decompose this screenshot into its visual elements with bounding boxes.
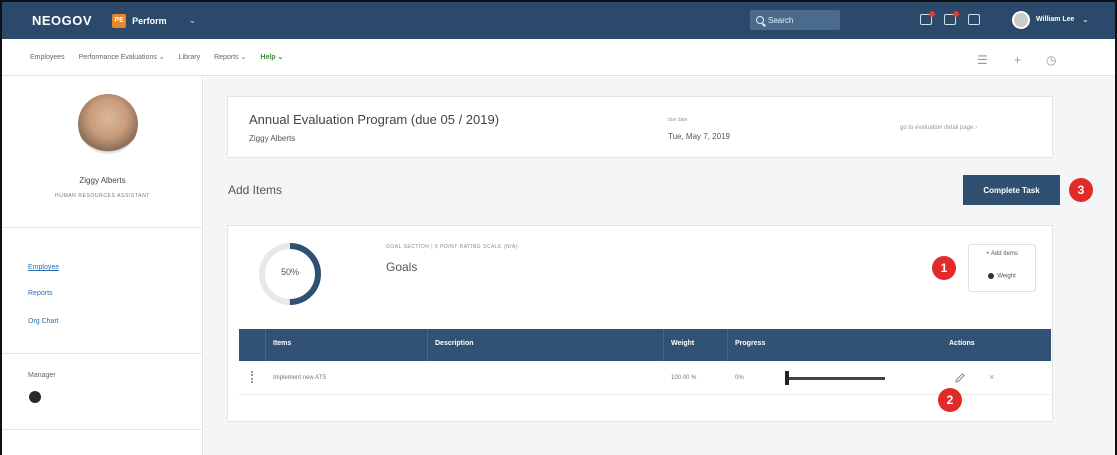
due-date-label: due date <box>668 117 688 123</box>
profile-photo <box>78 94 138 154</box>
program-subject: Ziggy Alberts <box>249 134 296 143</box>
complete-task-button[interactable]: Complete Task <box>963 175 1060 205</box>
divider <box>2 227 203 228</box>
due-date: Tue, May 7, 2019 <box>668 132 730 141</box>
chevron-down-icon[interactable]: ⌄ <box>1082 15 1089 24</box>
progress-percent: 50% <box>280 267 299 277</box>
notification-badge <box>929 11 935 17</box>
clock-icon[interactable]: ◷ <box>1046 53 1056 67</box>
neogov-logo[interactable]: NEOGOV <box>32 13 92 28</box>
section-title: Goals <box>386 260 418 274</box>
item-weight: 100.00 % <box>671 375 697 381</box>
profile-name: Ziggy Alberts <box>79 176 126 185</box>
item-name: Implement new ATS <box>273 375 327 381</box>
progress-slider-track[interactable] <box>788 377 885 380</box>
column-divider <box>727 329 728 361</box>
add-items-button[interactable]: + Add Items <box>969 251 1035 257</box>
progress-slider-handle[interactable] <box>785 371 789 385</box>
column-header-progress[interactable]: Progress <box>735 340 765 347</box>
drag-handle-icon[interactable] <box>251 371 253 383</box>
manager-avatar[interactable] <box>29 391 41 403</box>
callout-badge-1: 1 <box>932 256 956 280</box>
section-actions: + Add Items Weight <box>968 244 1036 292</box>
sidebar-item-employee[interactable]: Employee <box>28 264 59 271</box>
list-icon[interactable]: ☰ <box>977 53 988 67</box>
weight-icon <box>988 273 995 279</box>
product-switcher[interactable]: Perform <box>132 16 167 26</box>
nav-item-library[interactable]: Library <box>179 54 200 61</box>
column-header-weight[interactable]: Weight <box>671 340 694 347</box>
avatar[interactable] <box>1012 11 1030 29</box>
weight-button[interactable]: Weight <box>969 273 1035 280</box>
manager-label: Manager <box>28 372 56 379</box>
nav-item-performance-evaluations[interactable]: Performance Evaluations ⌄ <box>79 53 165 61</box>
profile-role: HUMAN RESOURCES ASSISTANT <box>55 193 150 199</box>
main-content: Annual Evaluation Program (due 05 / 2019… <box>204 77 1115 455</box>
goal-section-card: 50% GOAL SECTION | 5 POINT RATING SCALE … <box>227 225 1053 422</box>
program-card: Annual Evaluation Program (due 05 / 2019… <box>227 96 1053 158</box>
close-icon[interactable]: × <box>989 372 994 382</box>
program-title: Annual Evaluation Program (due 05 / 2019… <box>249 112 500 127</box>
page-title: Add Items <box>228 183 283 197</box>
search-input[interactable]: Search <box>750 10 840 30</box>
divider <box>2 429 203 430</box>
search-icon <box>756 16 764 24</box>
nav-item-help[interactable]: Help ⌄ <box>260 53 283 61</box>
chevron-down-icon[interactable]: ⌄ <box>189 15 197 26</box>
task-badge <box>953 11 959 17</box>
main-nav: Employees Performance Evaluations ⌄ Libr… <box>2 39 1115 76</box>
nav-item-reports[interactable]: Reports ⌄ <box>214 53 246 61</box>
column-divider <box>663 329 664 361</box>
product-badge: PE <box>112 13 127 28</box>
sidebar-item-org-chart[interactable]: Org Chart <box>28 318 59 325</box>
column-divider <box>265 329 266 361</box>
callout-badge-2: 2 <box>938 388 962 412</box>
edit-icon[interactable] <box>954 372 966 384</box>
column-divider <box>427 329 428 361</box>
evaluation-detail-link[interactable]: go to evaluation detail page › <box>900 125 977 131</box>
item-progress: 0% <box>735 375 744 381</box>
callout-badge-3: 3 <box>1069 178 1093 202</box>
column-header-description[interactable]: Description <box>435 340 474 347</box>
table-header: Items Description Weight Progress Action… <box>239 329 1051 361</box>
profile-sidebar: Ziggy Alberts HUMAN RESOURCES ASSISTANT … <box>2 77 203 455</box>
sidebar-item-reports[interactable]: Reports <box>28 290 53 297</box>
notifications-icon[interactable] <box>920 11 935 25</box>
tasks-icon[interactable] <box>944 11 959 25</box>
user-name[interactable]: William Lee <box>1036 16 1074 23</box>
calendar-icon[interactable] <box>968 14 980 25</box>
top-bar: NEOGOV PE Perform ⌄ Search William Lee ⌄ <box>2 2 1115 39</box>
weight-label: Weight <box>997 273 1016 280</box>
add-icon[interactable]: + <box>1014 53 1021 67</box>
table-row[interactable]: Implement new ATS 100.00 % 0% × <box>239 361 1051 395</box>
column-header-items[interactable]: Items <box>273 340 291 347</box>
column-header-actions: Actions <box>949 340 975 347</box>
search-placeholder: Search <box>768 15 794 25</box>
divider <box>2 353 203 354</box>
goal-section-meta: GOAL SECTION | 5 POINT RATING SCALE (N/A… <box>386 244 519 250</box>
nav-item-employees[interactable]: Employees <box>30 54 65 61</box>
